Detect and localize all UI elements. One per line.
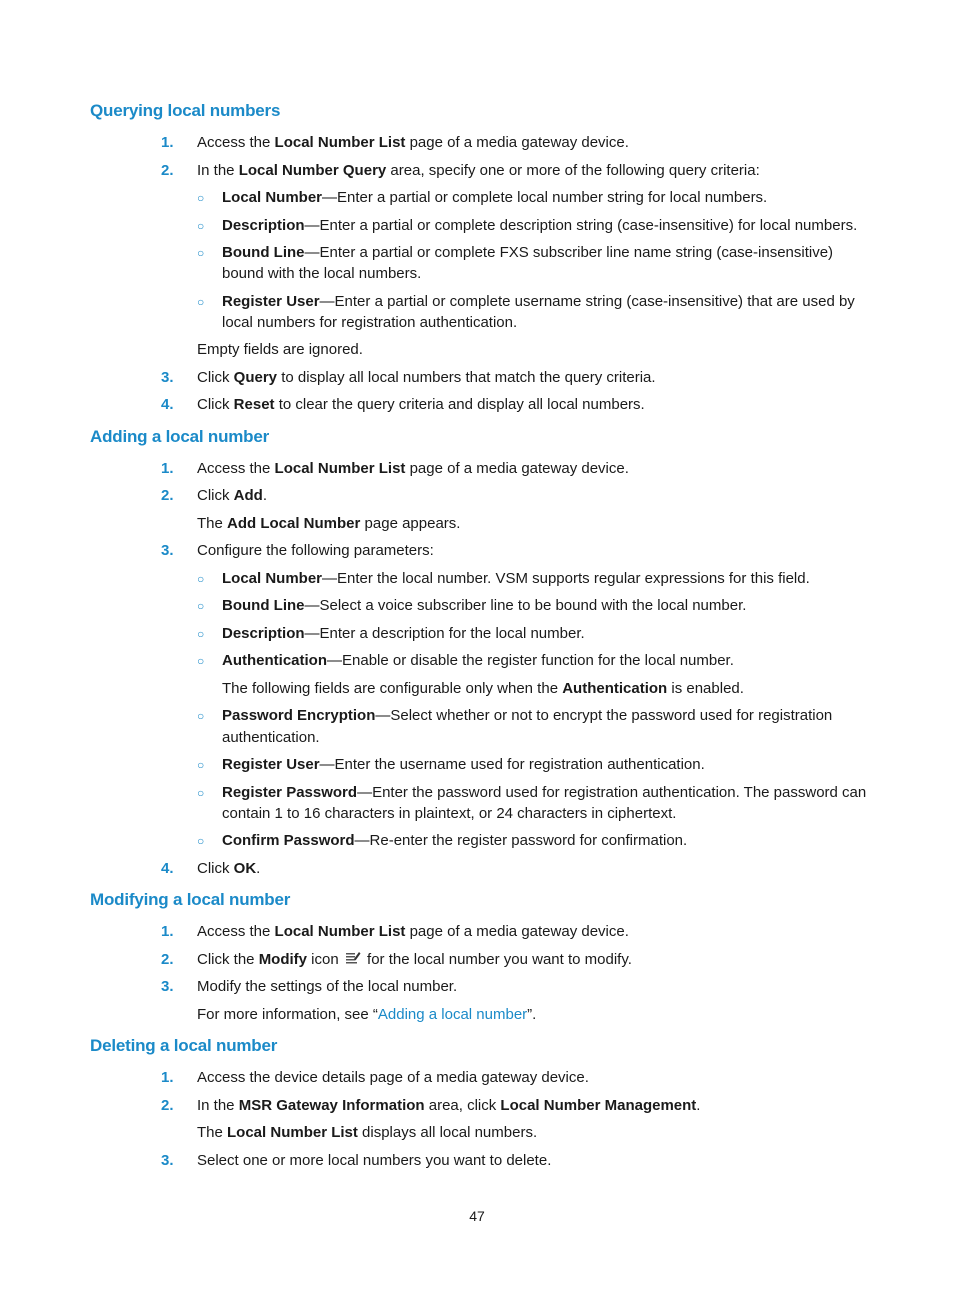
step-text: Access the Local Number List page of a m… bbox=[197, 923, 629, 940]
bullet-icon: ○ bbox=[197, 219, 205, 233]
bullet-text: Register Password—Enter the password use… bbox=[222, 784, 867, 801]
page-number: 47 bbox=[469, 1208, 485, 1224]
step-number: 2. bbox=[161, 487, 174, 504]
step-text: Access the Local Number List page of a m… bbox=[197, 134, 629, 151]
step-number: 4. bbox=[161, 860, 174, 877]
step-text: Modify the settings of the local number. bbox=[197, 978, 458, 995]
bullet-text: Bound Line—Select a voice subscriber lin… bbox=[222, 597, 747, 614]
step-number: 1. bbox=[161, 923, 174, 940]
note-text: The following fields are configurable on… bbox=[222, 680, 744, 697]
step-number: 1. bbox=[161, 134, 174, 151]
section-heading-adding: Adding a local number bbox=[90, 427, 270, 446]
step-text: Access the device details page of a medi… bbox=[197, 1069, 589, 1086]
step-text: Click the Modify icon for the local numb… bbox=[197, 950, 632, 968]
bullet-icon: ○ bbox=[197, 709, 205, 723]
bullet-text-cont: contain 1 to 16 characters in plaintext,… bbox=[222, 805, 677, 822]
bullet-text: Authentication—Enable or disable the reg… bbox=[222, 652, 734, 669]
bullet-text: Register User—Enter a partial or complet… bbox=[222, 293, 855, 310]
bullet-text: Password Encryption—Select whether or no… bbox=[222, 707, 833, 724]
bullet-text-cont: local numbers for registration authentic… bbox=[222, 314, 518, 331]
step-number: 2. bbox=[161, 162, 174, 179]
note-text: The Local Number List displays all local… bbox=[197, 1124, 538, 1141]
step-text: In the Local Number Query area, specify … bbox=[197, 162, 760, 179]
step-text: Click Query to display all local numbers… bbox=[197, 369, 656, 386]
note-text: The Add Local Number page appears. bbox=[197, 515, 461, 532]
step-text: Click Reset to clear the query criteria … bbox=[197, 396, 645, 413]
step-text: In the MSR Gateway Information area, cli… bbox=[197, 1097, 701, 1114]
step-number: 3. bbox=[161, 369, 174, 386]
bullet-icon: ○ bbox=[197, 834, 205, 848]
note-text: Empty fields are ignored. bbox=[197, 341, 363, 358]
step-text: Configure the following parameters: bbox=[197, 542, 434, 559]
bullet-text-cont: authentication. bbox=[222, 729, 320, 746]
bullet-text: Register User—Enter the username used fo… bbox=[222, 756, 705, 773]
step-text: Select one or more local numbers you wan… bbox=[197, 1152, 552, 1169]
section-heading-deleting: Deleting a local number bbox=[90, 1036, 278, 1055]
step-text: Access the Local Number List page of a m… bbox=[197, 460, 629, 477]
bullet-icon: ○ bbox=[197, 295, 205, 309]
bullet-text: Description—Enter a description for the … bbox=[222, 625, 585, 642]
section-heading-modifying: Modifying a local number bbox=[90, 890, 291, 909]
step-number: 3. bbox=[161, 978, 174, 995]
link-adding-local-number[interactable]: Adding a local number bbox=[378, 1006, 527, 1023]
bullet-text: Local Number—Enter the local number. VSM… bbox=[222, 570, 810, 587]
bullet-icon: ○ bbox=[197, 758, 205, 772]
bullet-icon: ○ bbox=[197, 627, 205, 641]
step-number: 3. bbox=[161, 1152, 174, 1169]
step-number: 2. bbox=[161, 951, 174, 968]
modify-icon bbox=[345, 950, 361, 966]
bullet-icon: ○ bbox=[197, 599, 205, 613]
bullet-text-cont: bound with the local numbers. bbox=[222, 265, 422, 282]
bullet-icon: ○ bbox=[197, 246, 205, 260]
step-number: 4. bbox=[161, 396, 174, 413]
note-text: For more information, see “Adding a loca… bbox=[197, 1006, 537, 1023]
step-number: 3. bbox=[161, 542, 174, 559]
section-heading-querying: Querying local numbers bbox=[90, 101, 281, 120]
bullet-icon: ○ bbox=[197, 786, 205, 800]
step-number: 1. bbox=[161, 1069, 174, 1086]
bullet-text: Bound Line—Enter a partial or complete F… bbox=[222, 244, 834, 261]
document-page: Querying local numbers 1. Access the Loc… bbox=[0, 0, 954, 1296]
bullet-icon: ○ bbox=[197, 572, 205, 586]
bullet-text: Local Number—Enter a partial or complete… bbox=[222, 189, 768, 206]
step-number: 1. bbox=[161, 460, 174, 477]
step-number: 2. bbox=[161, 1097, 174, 1114]
bullet-text: Confirm Password—Re-enter the register p… bbox=[222, 832, 688, 849]
bullet-text: Description—Enter a partial or complete … bbox=[222, 217, 858, 234]
step-text: Click OK. bbox=[197, 860, 261, 877]
step-text: Click Add. bbox=[197, 487, 268, 504]
bullet-icon: ○ bbox=[197, 191, 205, 205]
bullet-icon: ○ bbox=[197, 654, 205, 668]
